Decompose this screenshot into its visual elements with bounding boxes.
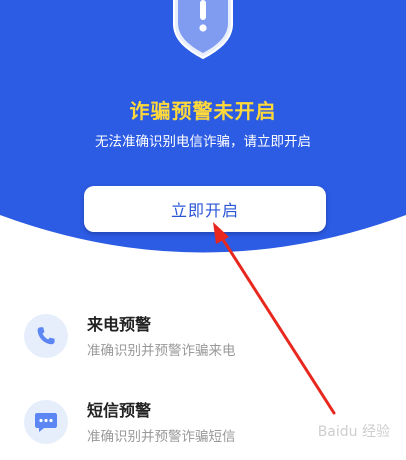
feature-title: 来电预警 — [87, 315, 152, 334]
phone-icon — [24, 314, 68, 358]
message-icon — [24, 400, 68, 444]
feature-call-warning[interactable]: 来电预警 准确识别并预警诈骗来电 — [24, 314, 394, 374]
warning-title: 诈骗预警未开启 — [129, 99, 277, 123]
enable-now-button[interactable]: 立即开启 — [84, 186, 326, 232]
watermark: Baidu 经验 — [317, 424, 390, 440]
warning-subtitle: 无法准确识别电信诈骗，请立即开启 — [95, 134, 311, 150]
hero-section: 诈骗预警未开启 无法准确识别电信诈骗，请立即开启 立即开启 — [0, 0, 406, 255]
feature-description: 准确识别并预警诈骗来电 — [87, 343, 236, 359]
feature-description: 准确识别并预警诈骗短信 — [87, 429, 236, 445]
feature-title: 短信预警 — [87, 401, 152, 420]
shield-exclamation-icon — [173, 0, 233, 60]
